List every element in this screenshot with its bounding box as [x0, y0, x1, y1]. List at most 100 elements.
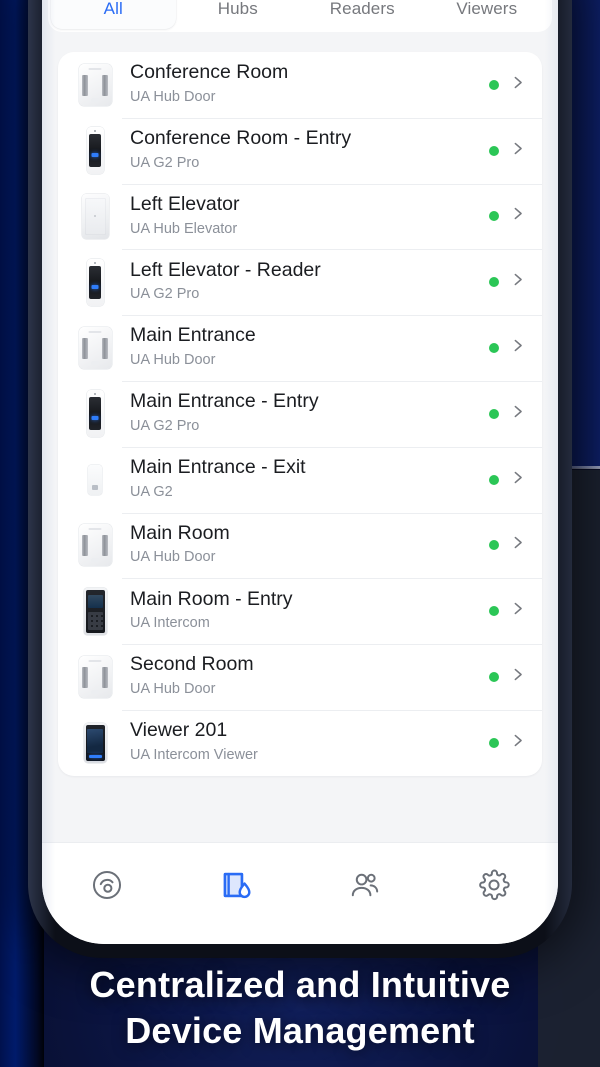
device-thumbnail — [68, 320, 122, 376]
nav-door-access[interactable] — [171, 859, 300, 911]
device-row[interactable]: Left Elevator - Reader UA G2 Pro — [58, 249, 542, 315]
chevron-right-icon[interactable] — [509, 337, 526, 359]
device-info: Main Entrance - Exit UA G2 — [122, 456, 489, 504]
hub-elevator-thumbnail — [81, 193, 109, 239]
nav-activity-gauge[interactable] — [42, 859, 171, 911]
device-row[interactable]: Second Room UA Hub Door — [58, 644, 542, 710]
device-model: UA Intercom Viewer — [130, 746, 258, 763]
status-online-dot — [489, 606, 499, 617]
status-online-dot — [489, 737, 499, 748]
device-list-container: Conference Room UA Hub Door Conference Roo… — [42, 32, 558, 776]
device-row-actions — [489, 600, 526, 622]
device-row[interactable]: Main Entrance - Exit UA G2 — [58, 446, 542, 513]
intercom-thumbnail — [83, 587, 107, 635]
chevron-right-icon[interactable] — [509, 403, 526, 425]
chevron-right-icon[interactable] — [509, 205, 526, 227]
device-row[interactable]: Left Elevator UA Hub Elevator — [58, 183, 542, 250]
device-thumbnail — [68, 452, 122, 508]
intercom-viewer-thumbnail — [83, 722, 107, 763]
status-online-dot — [489, 474, 499, 485]
device-name: Left Elevator — [130, 192, 240, 215]
device-name: Main Room - Entry — [130, 587, 293, 610]
nav-gear[interactable] — [429, 859, 558, 911]
device-list-card: Conference Room UA Hub Door Conference Roo… — [58, 52, 542, 776]
device-name: Left Elevator - Reader — [130, 258, 321, 281]
chevron-right-icon[interactable] — [509, 600, 526, 622]
device-thumbnail — [68, 57, 122, 113]
chevron-right-icon[interactable] — [509, 666, 526, 688]
device-row-actions — [489, 271, 526, 293]
device-thumbnail — [68, 123, 122, 179]
device-name: Main Entrance - Exit — [130, 455, 306, 478]
status-online-dot — [489, 540, 499, 551]
g2-reader-thumbnail — [88, 464, 102, 495]
status-online-dot — [489, 277, 499, 288]
status-online-dot — [489, 672, 499, 683]
chevron-right-icon[interactable] — [509, 140, 526, 162]
hub-door-thumbnail — [78, 524, 112, 567]
tab-hubs[interactable]: Hubs — [176, 0, 301, 29]
device-row[interactable]: Conference Room - Entry UA G2 Pro — [58, 117, 542, 184]
device-thumbnail — [68, 188, 122, 244]
caption-line-1: Centralized and Intuitive — [89, 964, 511, 1005]
device-row[interactable]: Main Room - Entry UA Intercom — [58, 578, 542, 644]
device-info: Main Entrance UA Hub Door — [122, 324, 489, 372]
activity-gauge-icon[interactable] — [90, 868, 124, 902]
tab-viewers[interactable]: Viewers — [425, 0, 550, 29]
status-online-dot — [489, 145, 499, 156]
chevron-right-icon[interactable] — [509, 732, 526, 754]
device-row-actions — [489, 469, 526, 491]
caption-line-2: Device Management — [125, 1009, 475, 1051]
device-name: Conference Room — [130, 61, 289, 84]
device-row-actions — [489, 337, 526, 359]
marketing-caption: Centralized and Intuitive Device Managem… — [0, 962, 600, 1053]
bottom-navigation-bar[interactable] — [42, 842, 558, 944]
chevron-right-icon[interactable] — [509, 534, 526, 556]
device-info: Left Elevator - Reader UA G2 Pro — [122, 259, 489, 307]
status-online-dot — [489, 211, 499, 222]
device-info: Main Entrance - Entry UA G2 Pro — [122, 390, 489, 438]
device-model: UA G2 Pro — [130, 417, 200, 434]
tab-all[interactable]: All — [51, 0, 176, 29]
device-thumbnail — [68, 649, 122, 705]
hub-door-thumbnail — [78, 63, 112, 106]
device-model: UA Hub Door — [130, 681, 216, 698]
device-model: UA Intercom — [130, 615, 210, 632]
device-model: UA Hub Door — [130, 549, 216, 566]
device-row[interactable]: Viewer 201 UA Intercom Viewer — [58, 709, 542, 776]
device-row[interactable]: Conference Room UA Hub Door — [58, 52, 542, 118]
device-info: Conference Room - Entry UA G2 Pro — [122, 127, 489, 175]
g2-pro-reader-thumbnail — [86, 258, 104, 306]
device-row-actions — [489, 403, 526, 425]
chevron-right-icon[interactable] — [509, 469, 526, 491]
device-filter-tabs[interactable]: All Hubs Readers Viewers — [48, 0, 552, 32]
nav-users[interactable] — [300, 859, 429, 911]
device-name: Main Entrance — [130, 324, 256, 347]
device-row[interactable]: Main Entrance UA Hub Door — [58, 315, 542, 381]
device-info: Conference Room UA Hub Door — [122, 61, 489, 109]
phone-screen: All Hubs Readers Viewers Conference Room UA … — [42, 0, 558, 944]
chevron-right-icon[interactable] — [509, 74, 526, 96]
users-icon[interactable] — [348, 868, 382, 902]
device-row-actions — [489, 732, 526, 754]
gear-icon[interactable] — [477, 868, 511, 902]
device-row-actions — [489, 666, 526, 688]
hub-door-thumbnail — [78, 327, 112, 370]
device-row-actions — [489, 205, 526, 227]
status-online-dot — [489, 343, 499, 354]
hub-door-thumbnail — [78, 656, 112, 699]
device-name: Viewer 201 — [130, 719, 228, 742]
device-thumbnail — [68, 715, 122, 771]
chevron-right-icon[interactable] — [509, 271, 526, 293]
device-thumbnail — [68, 583, 122, 639]
device-row[interactable]: Main Entrance - Entry UA G2 Pro — [58, 380, 542, 447]
door-access-icon[interactable] — [219, 868, 253, 902]
device-info: Second Room UA Hub Door — [122, 653, 489, 701]
device-row[interactable]: Main Room UA Hub Door — [58, 512, 542, 579]
device-model: UA G2 Pro — [130, 154, 200, 171]
device-model: UA G2 Pro — [130, 286, 200, 303]
device-name: Second Room — [130, 653, 254, 676]
device-info: Main Room - Entry UA Intercom — [122, 588, 489, 636]
tab-readers[interactable]: Readers — [300, 0, 425, 29]
device-thumbnail — [68, 254, 122, 310]
